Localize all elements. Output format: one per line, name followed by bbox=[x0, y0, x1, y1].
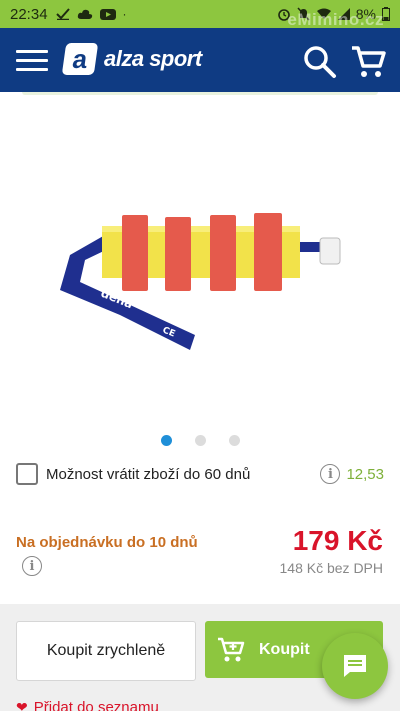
gallery-dot-3[interactable] bbox=[228, 435, 240, 446]
chat-icon bbox=[344, 655, 366, 677]
status-time: 22:34 bbox=[10, 5, 48, 23]
product-image[interactable]: dena CE bbox=[50, 200, 350, 360]
search-icon[interactable] bbox=[302, 44, 338, 80]
logo-mark: a bbox=[61, 43, 99, 75]
add-to-list-label: Přidat do seznamu bbox=[33, 699, 159, 711]
youtube-icon bbox=[99, 8, 116, 20]
logo-text: alza sport bbox=[104, 46, 202, 71]
buy-fast-button[interactable]: Koupit zrychleně bbox=[16, 621, 196, 681]
gallery-dot-1[interactable] bbox=[160, 435, 172, 446]
add-to-cart-icon bbox=[218, 637, 245, 661]
check-icon bbox=[55, 8, 70, 20]
availability-info-icon[interactable]: i bbox=[22, 556, 42, 576]
watermark: eMimino.cz bbox=[287, 10, 384, 29]
price-excl-vat: 148 Kč bez DPH bbox=[279, 560, 384, 576]
cart-icon[interactable] bbox=[350, 44, 386, 80]
menu-icon[interactable] bbox=[16, 50, 48, 72]
return-option-label[interactable]: Možnost vrátit zboží do 60 dnů bbox=[46, 466, 250, 483]
product-price: 179 Kč bbox=[292, 525, 383, 556]
chat-button[interactable] bbox=[322, 633, 388, 699]
cloud-icon bbox=[77, 9, 92, 19]
buy-button-label: Koupit bbox=[259, 640, 310, 658]
heart-icon: ❤ bbox=[16, 699, 28, 711]
info-icon[interactable]: i bbox=[320, 464, 341, 484]
gallery-dot-2[interactable] bbox=[194, 435, 206, 446]
return-option-checkbox[interactable] bbox=[16, 463, 38, 485]
alza-sport-logo[interactable]: a alza sport bbox=[61, 43, 202, 75]
notification-icons: · bbox=[55, 7, 127, 21]
return-option-price: 12,53 bbox=[346, 465, 384, 483]
return-option-row: Možnost vrátit zboží do 60 dnů i 12,53 bbox=[16, 462, 384, 486]
add-to-list-link[interactable]: ❤ Přidat do seznamu bbox=[16, 699, 159, 711]
gallery-pagination bbox=[0, 435, 400, 446]
gallery-top-strip bbox=[22, 92, 378, 95]
dot-icon: · bbox=[122, 7, 127, 21]
availability-text[interactable]: Na objednávku do 10 dnů bbox=[16, 534, 198, 551]
app-bar: a alza sport bbox=[0, 28, 400, 92]
status-bar: 22:34 · 8% eMimino.cz bbox=[0, 0, 400, 29]
